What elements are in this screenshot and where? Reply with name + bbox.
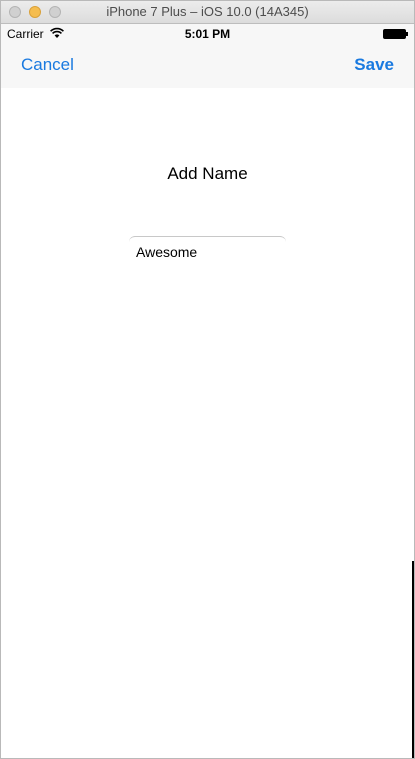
window-titlebar: iPhone 7 Plus – iOS 10.0 (14A345) <box>1 1 414 24</box>
cancel-button[interactable]: Cancel <box>21 55 74 75</box>
window-edge-shadow <box>412 561 414 758</box>
window-title: iPhone 7 Plus – iOS 10.0 (14A345) <box>106 4 309 19</box>
battery-icon <box>383 29 408 39</box>
ios-status-bar: Carrier 5:01 PM <box>1 24 414 44</box>
name-field[interactable] <box>129 236 286 266</box>
save-button[interactable]: Save <box>354 55 394 75</box>
page-title: Add Name <box>167 164 248 183</box>
simulator-window: iPhone 7 Plus – iOS 10.0 (14A345) Carrie… <box>0 0 415 759</box>
main-content: Add Name <box>1 88 414 758</box>
status-time: 5:01 PM <box>184 27 231 41</box>
navigation-bar: Cancel Save <box>1 44 414 88</box>
